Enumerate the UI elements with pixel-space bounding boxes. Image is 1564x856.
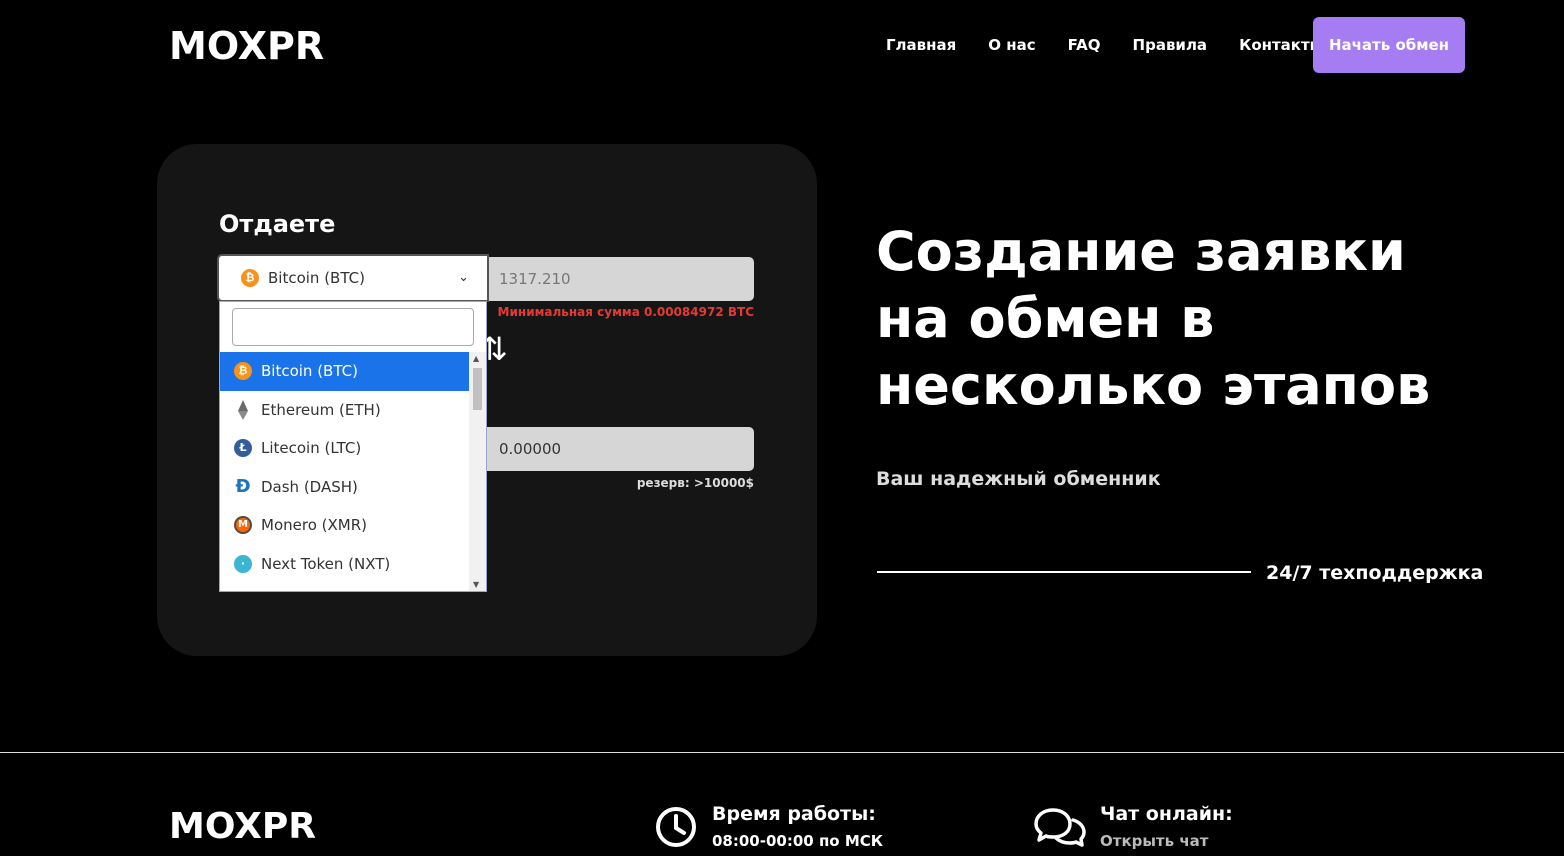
working-hours-title: Время работы:: [712, 803, 876, 825]
nav-item-faq[interactable]: FAQ: [1068, 36, 1101, 54]
currency-option-label: Ethereum (ETH): [261, 400, 381, 419]
currency-option-label: Monero (XMR): [261, 516, 367, 535]
reserve-note: резерв: >10000$: [636, 476, 754, 490]
support-label: 24/7 техподдержка: [1266, 562, 1484, 584]
nav-item-rules[interactable]: Правила: [1133, 36, 1208, 54]
currency-search-input[interactable]: [232, 308, 474, 346]
start-exchange-button[interactable]: Начать обмен: [1313, 17, 1465, 73]
give-currency-select[interactable]: ₿ Bitcoin (BTC) ⌄: [217, 254, 489, 302]
monero-icon: M: [234, 516, 252, 535]
clock-icon: [656, 807, 696, 847]
hero-subtitle: Ваш надежный обменник: [876, 468, 1161, 490]
hero-title: Создание заявки на обмен в несколько эта…: [876, 220, 1431, 417]
give-label: Отдаете: [219, 210, 336, 238]
scrollbar-thumb[interactable]: [473, 368, 482, 410]
chevron-down-icon: ⌄: [458, 270, 469, 285]
scroll-down-icon[interactable]: ▼: [473, 580, 479, 589]
dash-icon: Đ: [235, 475, 251, 497]
footer-logo[interactable]: MOXPR: [169, 806, 316, 847]
currency-option-dash[interactable]: Đ Dash (DASH): [220, 468, 469, 507]
min-amount-note: Минимальная сумма 0.00084972 BTC: [497, 305, 754, 319]
bitcoin-icon: ₿: [234, 362, 252, 381]
litecoin-icon: Ł: [234, 439, 252, 458]
dropdown-scrollbar[interactable]: ▲ ▼: [469, 352, 486, 591]
currency-option-label: Next Token (NXT): [261, 554, 391, 573]
ethereum-icon: [234, 399, 252, 420]
currency-option-ltc[interactable]: Ł Litecoin (LTC): [220, 429, 469, 468]
currency-option-xmr[interactable]: M Monero (XMR): [220, 506, 469, 545]
nav-item-about[interactable]: О нас: [988, 36, 1035, 54]
chat-online-title: Чат онлайн:: [1100, 803, 1233, 825]
currency-option-label: Dash (DASH): [261, 477, 358, 496]
currency-dropdown: ₿ Bitcoin (BTC) Ethereum (ETH) Ł Litecoi…: [219, 301, 487, 592]
currency-option-label: Litecoin (LTC): [261, 439, 362, 458]
give-amount-input[interactable]: 1317.210: [487, 257, 754, 301]
hero-divider: [877, 571, 1251, 573]
open-chat-link[interactable]: Открыть чат: [1100, 832, 1208, 850]
nav-item-contacts[interactable]: Контакты: [1239, 36, 1323, 54]
currency-option-btc[interactable]: ₿ Bitcoin (BTC): [220, 352, 469, 391]
currency-option-eth[interactable]: Ethereum (ETH): [220, 391, 469, 430]
main-nav: Главная О нас FAQ Правила Контакты: [886, 36, 1323, 54]
currency-option-label: Bitcoin (BTC): [261, 362, 358, 381]
currency-option-nxt[interactable]: · Next Token (NXT): [220, 545, 469, 584]
get-amount-input[interactable]: 0.00000: [487, 427, 754, 471]
site-logo[interactable]: MOXPR: [169, 24, 324, 68]
scroll-up-icon[interactable]: ▲: [473, 354, 479, 363]
chat-icon: [1034, 808, 1086, 847]
working-hours-value: 08:00-00:00 по МСК: [712, 832, 884, 850]
bitcoin-icon: ₿: [241, 269, 259, 287]
currency-options-list: ₿ Bitcoin (BTC) Ethereum (ETH) Ł Litecoi…: [220, 352, 469, 583]
footer-divider: [0, 752, 1564, 753]
nxt-icon: ·: [234, 554, 252, 573]
selected-currency-label: Bitcoin (BTC): [268, 269, 365, 287]
nav-item-home[interactable]: Главная: [886, 36, 956, 54]
